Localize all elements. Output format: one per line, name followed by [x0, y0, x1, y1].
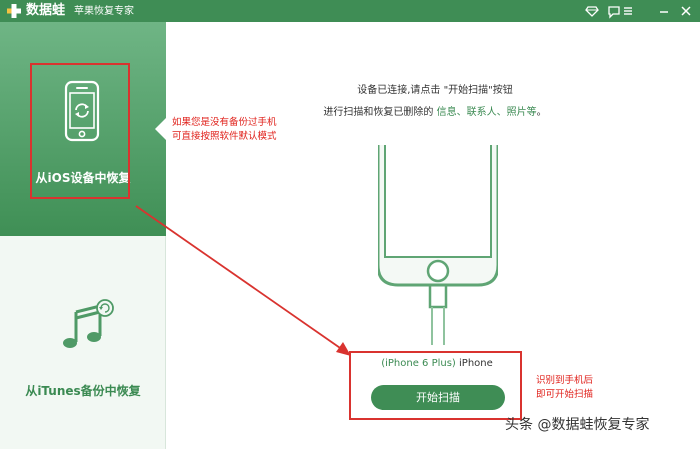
instruction-suffix: 。 [536, 107, 547, 118]
annotation-line: 识别到手机后 [536, 375, 594, 386]
app-logo-icon [7, 4, 21, 18]
active-pointer [155, 118, 166, 140]
highlight-box-sidebar [30, 63, 130, 199]
app-subtitle: 苹果恢复专家 [74, 6, 134, 17]
annotation-note-default-mode: 如果您是没有备份过手机 可直接按照软件默认模式 [172, 116, 277, 144]
annotation-line: 可直接按照软件默认模式 [172, 131, 277, 142]
sidebar-item-label: 从iTunes备份中恢复 [25, 384, 141, 398]
iphone-illustration [378, 145, 498, 345]
instruction-text: 进行扫描和恢复已删除的 [323, 107, 437, 118]
annotation-line: 即可开始扫描 [536, 389, 594, 400]
annotation-line: 如果您是没有备份过手机 [172, 117, 277, 128]
watermark: 头条 @数据蛙恢复专家 [505, 417, 650, 433]
highlight-box-device [349, 351, 522, 420]
minimize-icon[interactable] [656, 3, 672, 19]
annotation-note-start-scan: 识别到手机后 即可开始扫描 [536, 374, 593, 402]
app-name: 数据蛙 [26, 3, 66, 18]
instruction-line-1: 设备已连接,请点击 "开始扫描"按钮 [357, 85, 513, 96]
menu-icon[interactable] [620, 3, 636, 19]
title-bar: 数据蛙 苹果恢复专家 [0, 0, 700, 22]
instruction-categories: 信息、联系人、照片等 [436, 107, 537, 118]
music-note-icon [63, 299, 114, 348]
close-icon[interactable] [678, 3, 694, 19]
diamond-icon[interactable] [584, 3, 600, 19]
